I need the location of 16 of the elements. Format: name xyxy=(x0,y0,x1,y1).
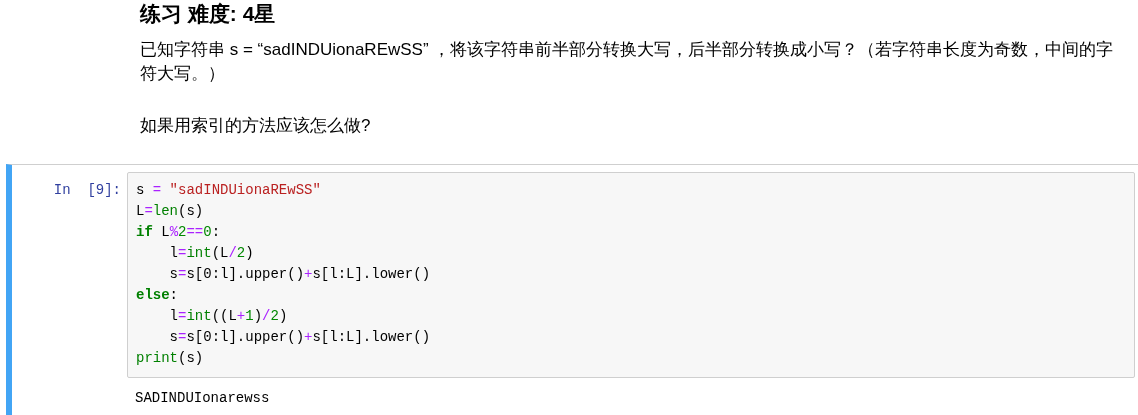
code-line: l=int(L/2) xyxy=(168,244,255,263)
code-editor[interactable]: s = "sadINDUionaREwSS" L=len(s) if L%2==0: l=int(L/2) s=s[0:l].upper()+s[l:L].lower() else: l=int((L+1)/2) s=s[0:l].upper()+s[l:L].lower() print(s) xyxy=(127,172,1135,378)
cell-prompt: In [9]: xyxy=(52,181,122,200)
section-heading: 练习 难度: 4星 xyxy=(140,1,277,27)
code-line: print(s) xyxy=(136,349,205,368)
code-line: else: xyxy=(136,286,179,305)
code-line: if L%2==0: xyxy=(136,223,222,242)
code-cell[interactable]: In [9]: s = "sadINDUionaREwSS" L=len(s) if L%2==0: l=int(L/2) s=s[0:l].upper()+s[l:L].lower() else: l=int((L+1)/2) s=s[0:l].upper()+s[l:L].lower() print(s) SADINDUIonarewss xyxy=(6,164,1138,415)
code-line: s = "sadINDUionaREwSS" xyxy=(136,181,322,200)
code-line: s=s[0:l].upper()+s[l:L].lower() xyxy=(168,265,432,284)
code-line: s=s[0:l].upper()+s[l:L].lower() xyxy=(168,328,432,347)
code-line: l=int((L+1)/2) xyxy=(168,307,289,326)
paragraph: 如果用索引的方法应该怎么做? xyxy=(140,115,372,137)
paragraph: 已知字符串 s = “sadINDUionaREwSS” ，将该字符串前半部分转换大写，后半部分转换成小写？（若字符串长度为奇数，中间的字符大写。） xyxy=(140,39,1115,85)
code-line: L=len(s) xyxy=(136,202,205,221)
cell-output: SADINDUIonarewss xyxy=(134,389,271,408)
